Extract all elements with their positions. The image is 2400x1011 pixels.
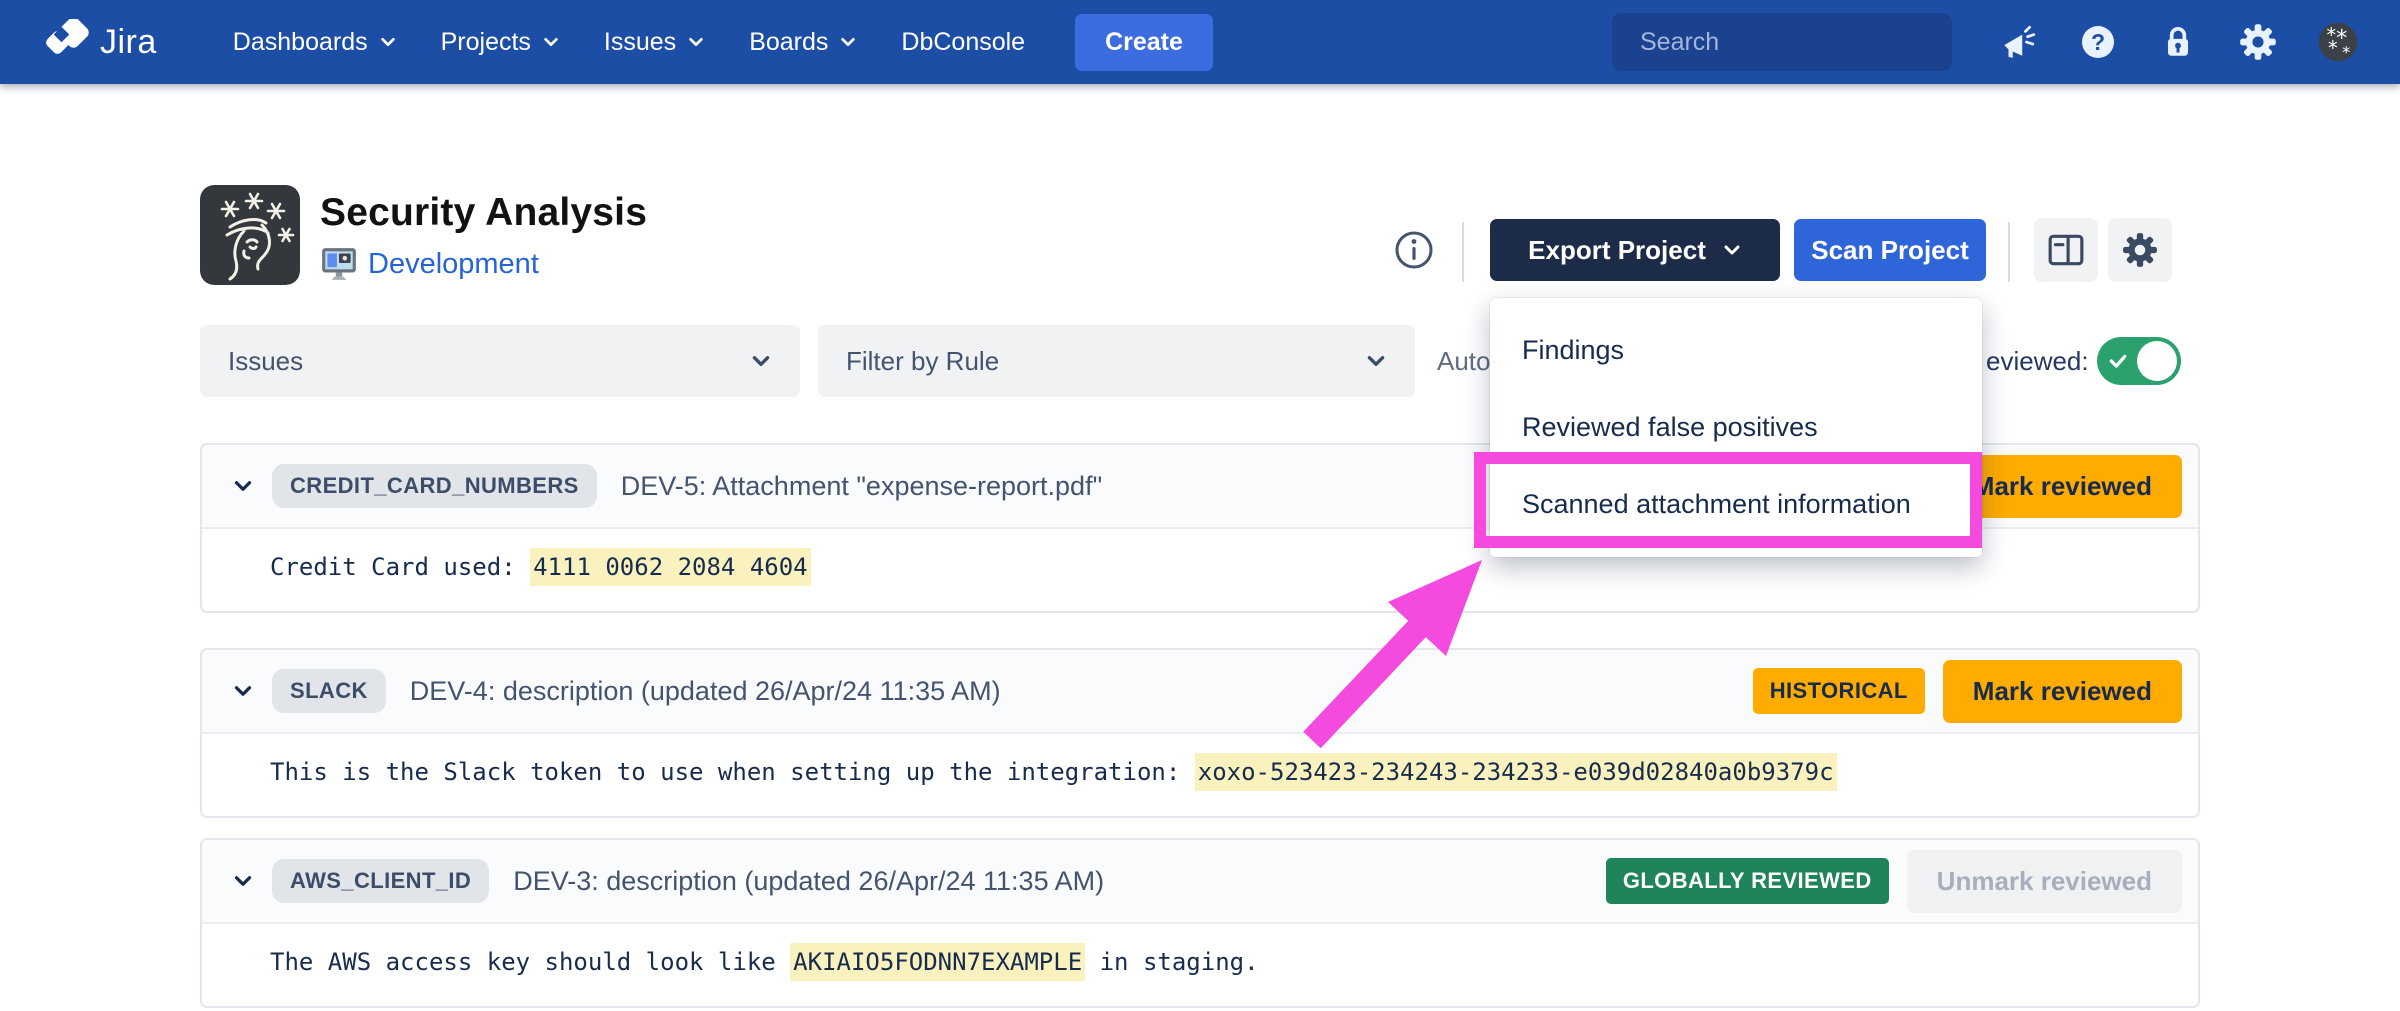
rule-filter-select[interactable]: Filter by Rule bbox=[818, 325, 1415, 397]
lock-icon[interactable] bbox=[2158, 22, 2198, 62]
help-icon[interactable]: ? bbox=[2078, 22, 2118, 62]
nav-menu: Dashboards Projects Issues Boards DbCons… bbox=[233, 28, 1025, 57]
menu-item-findings[interactable]: Findings bbox=[1490, 312, 1982, 389]
jira-mark-icon bbox=[44, 19, 90, 65]
chevron-down-icon bbox=[687, 33, 705, 51]
nav-item-label: Boards bbox=[749, 28, 828, 57]
project-header-text: Security Analysis Development bbox=[320, 185, 647, 285]
mark-reviewed-button[interactable]: Mark reviewed bbox=[1943, 660, 2182, 723]
finding-secret: AKIAIO5FODNN7EXAMPLE bbox=[790, 943, 1085, 981]
jira-logo[interactable]: Jira bbox=[44, 19, 157, 65]
rule-badge: AWS_CLIENT_ID bbox=[272, 859, 489, 903]
finding-title: DEV-4: description (updated 26/Apr/24 11… bbox=[410, 676, 1001, 707]
finding-header: AWS_CLIENT_ID DEV-3: description (update… bbox=[202, 840, 2198, 924]
finding-body: This is the Slack token to use when sett… bbox=[202, 734, 2198, 786]
divider bbox=[1462, 222, 1464, 282]
chevron-down-icon bbox=[750, 350, 772, 372]
toggle-knob bbox=[2137, 341, 2177, 381]
gear-icon bbox=[2121, 231, 2159, 269]
chevron-down-icon bbox=[1365, 350, 1387, 372]
unmark-reviewed-button[interactable]: Unmark reviewed bbox=[1907, 850, 2182, 913]
auto-label-fragment: Auto bbox=[1437, 325, 1491, 397]
brand-text: Jira bbox=[100, 23, 157, 62]
expand-chevron-icon[interactable] bbox=[230, 868, 256, 894]
project-subtitle: Development bbox=[320, 245, 647, 283]
nav-item-issues[interactable]: Issues bbox=[604, 28, 705, 57]
nav-item-boards[interactable]: Boards bbox=[749, 28, 857, 57]
chevron-down-icon bbox=[542, 33, 560, 51]
finding-header: SLACK DEV-4: description (updated 26/Apr… bbox=[202, 650, 2198, 734]
annotation-highlight-box bbox=[1474, 452, 1982, 548]
reviewed-toggle[interactable] bbox=[2097, 337, 2181, 385]
project-link[interactable]: Development bbox=[368, 248, 539, 281]
nav-item-label: Projects bbox=[441, 28, 531, 57]
issues-filter-select[interactable]: Issues bbox=[200, 325, 800, 397]
finding-text: This is the Slack token to use when sett… bbox=[270, 758, 1195, 786]
finding-body: The AWS access key should look like AKIA… bbox=[202, 924, 2198, 976]
top-navbar: Jira Dashboards Projects Issues Boards D… bbox=[0, 0, 2400, 84]
rule-filter-value: Filter by Rule bbox=[846, 346, 999, 377]
project-avatar bbox=[200, 185, 300, 285]
nav-item-dashboards[interactable]: Dashboards bbox=[233, 28, 397, 57]
expand-chevron-icon[interactable] bbox=[230, 678, 256, 704]
svg-text:*: * bbox=[2342, 43, 2350, 62]
status-badge: HISTORICAL bbox=[1753, 668, 1925, 714]
megaphone-icon[interactable] bbox=[1998, 22, 2038, 62]
page-title: Security Analysis bbox=[320, 191, 647, 235]
layout-panel-button[interactable] bbox=[2034, 218, 2098, 282]
chevron-down-icon bbox=[1722, 240, 1742, 260]
user-avatar[interactable]: * * * * bbox=[2318, 22, 2358, 62]
navbar-right-icons: ? bbox=[1998, 22, 2358, 62]
nav-item-projects[interactable]: Projects bbox=[441, 28, 560, 57]
finding-row: AWS_CLIENT_ID DEV-3: description (update… bbox=[200, 838, 2200, 1008]
project-header: Security Analysis Development bbox=[200, 185, 647, 285]
finding-title: DEV-5: Attachment "expense-report.pdf" bbox=[621, 471, 1102, 502]
finding-text: Credit Card used: bbox=[270, 553, 530, 581]
nav-item-label: Dashboards bbox=[233, 28, 368, 57]
finding-secret: 4111 0062 2084 4604 bbox=[530, 548, 811, 586]
export-project-button[interactable]: Export Project bbox=[1490, 219, 1780, 281]
nav-item-dbconsole[interactable]: DbConsole bbox=[901, 28, 1025, 57]
app-window: Jira Dashboards Projects Issues Boards D… bbox=[0, 0, 2400, 1011]
rule-badge: CREDIT_CARD_NUMBERS bbox=[272, 464, 597, 508]
nav-item-label: DbConsole bbox=[901, 28, 1025, 57]
nav-item-label: Issues bbox=[604, 28, 676, 57]
chevron-down-icon bbox=[839, 33, 857, 51]
layout-panel-icon bbox=[2047, 231, 2085, 269]
check-icon bbox=[2108, 351, 2128, 371]
expand-chevron-icon[interactable] bbox=[230, 473, 256, 499]
svg-text:*: * bbox=[2328, 37, 2338, 60]
chevron-down-icon bbox=[379, 33, 397, 51]
finding-row: SLACK DEV-4: description (updated 26/Apr… bbox=[200, 648, 2200, 818]
rule-badge: SLACK bbox=[272, 669, 386, 713]
gear-icon[interactable] bbox=[2238, 22, 2278, 62]
monitor-icon bbox=[320, 245, 358, 283]
finding-title: DEV-3: description (updated 26/Apr/24 11… bbox=[513, 866, 1104, 897]
status-badge: GLOBALLY REVIEWED bbox=[1606, 858, 1889, 904]
annotation-arrow bbox=[1280, 528, 1500, 763]
info-icon[interactable] bbox=[1392, 228, 1436, 272]
finding-text: The AWS access key should look like bbox=[270, 948, 790, 976]
svg-text:?: ? bbox=[2091, 29, 2105, 55]
finding-text: in staging. bbox=[1085, 948, 1258, 976]
issues-filter-value: Issues bbox=[228, 346, 303, 377]
reviewed-label-fragment: eviewed: bbox=[1986, 325, 2089, 397]
scan-project-button[interactable]: Scan Project bbox=[1794, 219, 1986, 281]
export-project-label: Export Project bbox=[1528, 235, 1706, 266]
search-input[interactable] bbox=[1640, 28, 1962, 57]
search-box[interactable] bbox=[1612, 13, 1952, 71]
divider bbox=[2008, 222, 2010, 282]
settings-button[interactable] bbox=[2108, 218, 2172, 282]
create-button[interactable]: Create bbox=[1075, 14, 1213, 71]
